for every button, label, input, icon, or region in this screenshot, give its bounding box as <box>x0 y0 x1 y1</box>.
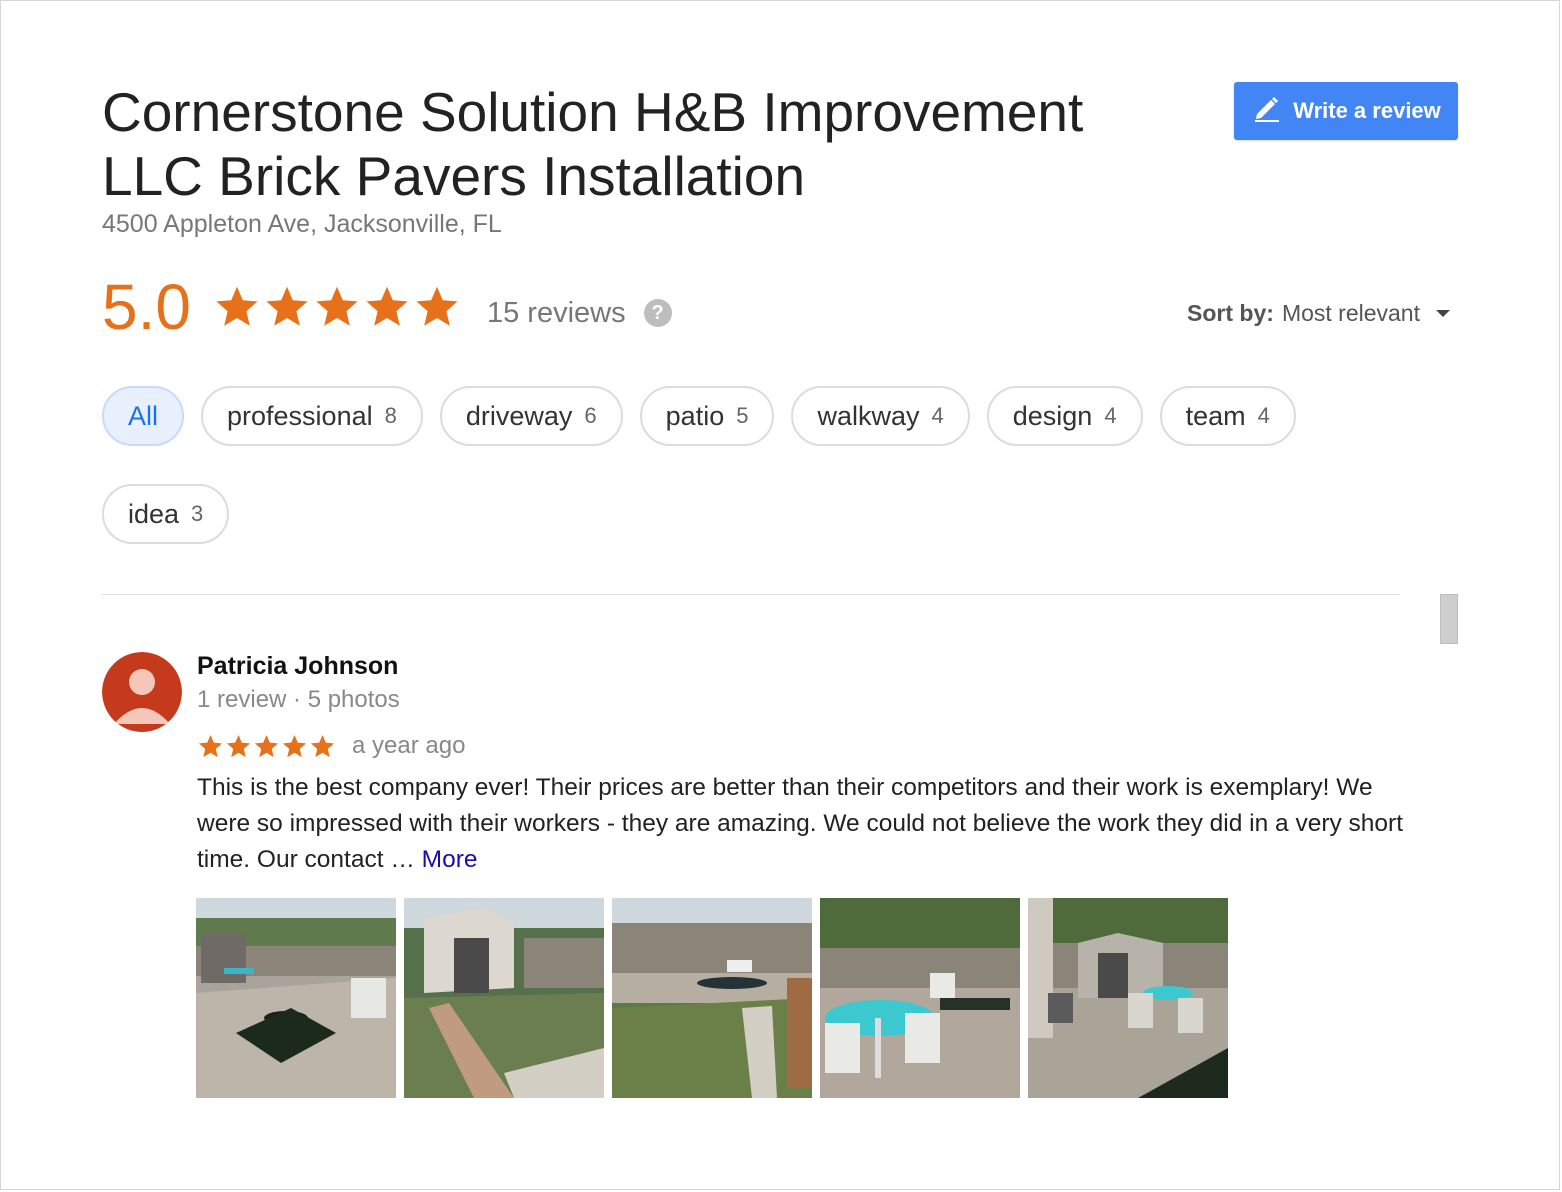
rating-value: 5.0 <box>102 271 191 343</box>
star-icon <box>416 286 458 326</box>
topic-chip-team[interactable]: team 4 <box>1159 386 1296 446</box>
topic-chip-label: patio <box>665 400 725 431</box>
topic-chip-label: idea <box>128 498 180 529</box>
review-text: This is the best company ever! Their pri… <box>197 770 1417 878</box>
rating-summary: 5.0 15 reviews ? <box>102 272 672 342</box>
sort-label: Sort by: <box>1187 300 1274 326</box>
review-rating: a year ago <box>197 732 465 760</box>
scrollbar-thumb[interactable] <box>1440 594 1458 644</box>
review-count-link[interactable]: 15 reviews <box>487 297 626 330</box>
divider <box>102 594 1400 595</box>
review-photos <box>196 898 1228 1098</box>
topic-chip-count: 8 <box>384 403 397 428</box>
topic-chip-count: 6 <box>584 403 597 428</box>
topic-chip-label: walkway <box>817 400 920 431</box>
topic-chip-label: All <box>128 400 159 431</box>
rating-stars <box>213 283 461 331</box>
review-photo-2[interactable] <box>404 898 604 1098</box>
star-icon <box>216 286 258 326</box>
reviewer-name[interactable]: Patricia Johnson <box>197 652 398 681</box>
topic-chip-label: team <box>1185 400 1246 431</box>
star-icon <box>226 734 251 757</box>
write-review-label: Write a review <box>1293 98 1441 123</box>
star-icon <box>310 734 335 757</box>
pencil-icon <box>1251 92 1283 130</box>
write-review-button[interactable]: Write a review <box>1234 82 1458 140</box>
review-photo-5[interactable] <box>1028 898 1228 1098</box>
business-address: 4500 Appleton Ave, Jacksonville, FL <box>102 210 502 238</box>
sort-value: Most relevant <box>1281 300 1420 326</box>
topic-chip-driveway[interactable]: driveway 6 <box>439 386 623 446</box>
review-photo-3[interactable] <box>612 898 812 1098</box>
star-icon <box>366 286 408 326</box>
topic-chip-walkway[interactable]: walkway 4 <box>791 386 970 446</box>
topic-chip-all[interactable]: All <box>102 386 185 446</box>
star-icon <box>254 734 279 757</box>
sort-dropdown[interactable]: Sort by: Most relevant <box>1187 300 1450 327</box>
business-name: Cornerstone Solution H&B Improvement LLC… <box>102 81 1084 207</box>
review-photo-4[interactable] <box>820 898 1020 1098</box>
star-icon <box>316 286 358 326</box>
topic-chip-count: 3 <box>191 501 204 526</box>
topic-filters: All professional 8 driveway 6 patio 5 walkway 4 d… <box>102 386 1362 544</box>
person-icon <box>102 652 182 732</box>
topic-chip-label: design <box>1012 400 1093 431</box>
star-icon <box>266 286 308 326</box>
star-icon <box>198 734 223 757</box>
topic-chip-count: 4 <box>1257 403 1270 428</box>
topic-chip-idea[interactable]: idea 3 <box>102 484 230 544</box>
more-link[interactable]: More <box>422 846 478 873</box>
review-time: a year ago <box>352 732 466 759</box>
star-icon <box>282 734 307 757</box>
avatar[interactable] <box>102 652 182 732</box>
topic-chip-count: 4 <box>931 403 944 428</box>
topic-chip-count: 4 <box>1104 403 1117 428</box>
review-body: This is the best company ever! Their pri… <box>197 774 1404 873</box>
topic-chip-label: driveway <box>465 400 573 431</box>
help-circle-icon[interactable]: ? <box>643 299 672 327</box>
topic-chip-design[interactable]: design 4 <box>986 386 1143 446</box>
topic-chip-patio[interactable]: patio 5 <box>639 386 775 446</box>
topic-chip-count: 5 <box>736 403 749 428</box>
caret-down-icon <box>1436 310 1450 317</box>
reviewer-meta: 1 review · 5 photos <box>197 686 400 713</box>
review-photo-1[interactable] <box>196 898 396 1098</box>
topic-chip-professional[interactable]: professional 8 <box>201 386 423 446</box>
review-stars <box>197 733 336 760</box>
topic-chip-label: professional <box>227 400 373 431</box>
